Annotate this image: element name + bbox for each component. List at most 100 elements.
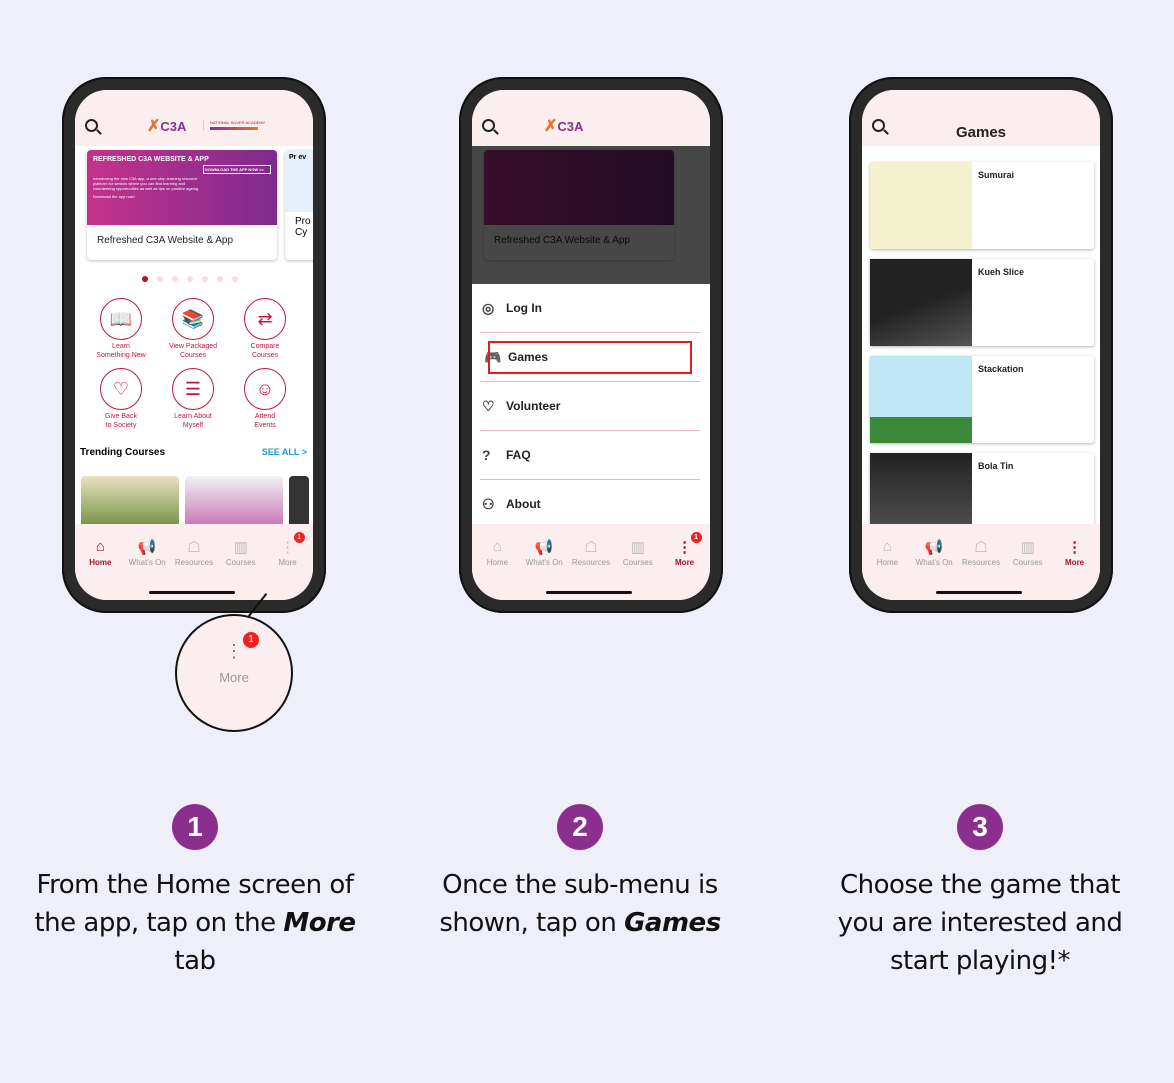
- trending-courses: [81, 476, 309, 531]
- nav-tab-more[interactable]: ⋮ More 1: [662, 532, 708, 600]
- quick-link-item[interactable]: ♡ Give Back to Society: [85, 368, 157, 430]
- more-label: More: [219, 670, 249, 685]
- course-thumb[interactable]: [81, 476, 179, 531]
- home-screen: ✗C3A NATIONAL SILVER ACADEMY REFRESHED C…: [75, 90, 313, 600]
- game-thumbnail: [870, 356, 972, 443]
- more-icon: ⋮: [1067, 539, 1083, 556]
- see-all-link[interactable]: SEE ALL >: [262, 447, 307, 458]
- quick-link-label: Myself: [182, 422, 204, 429]
- nav-label: Home: [89, 558, 112, 567]
- game-name: Sumurai: [978, 170, 1015, 180]
- resources-icon: ☖: [584, 539, 598, 556]
- quick-link-label: Give Back: [105, 413, 137, 420]
- course-thumb[interactable]: [289, 476, 309, 531]
- search-icon[interactable]: [482, 118, 495, 132]
- game-name: Kueh Slice: [978, 267, 1025, 277]
- quick-link-label: Learn About: [174, 413, 212, 420]
- quick-link-label: Events: [254, 422, 276, 429]
- game-card[interactable]: Sumurai: [870, 162, 1094, 249]
- banner-card[interactable]: REFRESHED C3A WEBSITE & APP DOWNLOAD THE…: [87, 150, 277, 260]
- c3a-logo: ✗C3A: [544, 118, 584, 135]
- game-name: Stackation: [978, 364, 1024, 374]
- nav-label: Resources: [174, 558, 214, 567]
- courses-icon: ▥: [630, 539, 645, 556]
- quick-link-label: Something New: [96, 352, 146, 359]
- dim-overlay[interactable]: [472, 146, 710, 284]
- step-text: Choose the game that you are interested …: [815, 866, 1145, 980]
- banner-download: Download the app now!: [93, 194, 135, 199]
- whatson-icon: 📢: [137, 539, 157, 556]
- quick-link-item[interactable]: ☰ Learn About Myself: [157, 368, 229, 430]
- courses-icon: ▥: [1020, 539, 1035, 556]
- step-2: 2 Once the sub-menu is shown, tap on Game…: [415, 804, 745, 942]
- more-icon: ⋮: [225, 641, 243, 661]
- about-icon: ⚇: [482, 495, 495, 512]
- nav-label: Home: [486, 558, 509, 567]
- volunteer-icon: ♡: [482, 397, 495, 414]
- nav-label: Courses: [622, 558, 653, 567]
- menu-item-label: Games: [508, 350, 549, 364]
- bottom-nav: ⌂ Home 📢 What's On ☖ Resources ▥ Courses ⋮ More: [862, 524, 1100, 600]
- quick-link-item[interactable]: 📚 View Packaged Courses: [157, 298, 229, 360]
- games-icon: 🎮: [484, 348, 502, 365]
- menu-item-label: Volunteer: [506, 399, 561, 413]
- menu-item-label: Log In: [506, 301, 542, 315]
- menu-item-volunteer[interactable]: ♡ Volunteer: [480, 382, 700, 431]
- home-icon: ⌂: [882, 538, 892, 555]
- quick-link-item[interactable]: 📖 Learn Something New: [85, 298, 157, 360]
- home-icon: ⌂: [95, 538, 105, 555]
- menu-item-faq[interactable]: ? FAQ: [480, 431, 700, 480]
- banner-card-2[interactable]: Pr ev Pro Cy: [285, 150, 313, 260]
- more-menu: ◎ Log In 🎮 Games ♡ Volunteer ? FAQ ⚇ About: [480, 284, 700, 529]
- quick-link-label: Courses: [179, 352, 207, 359]
- more-zoom-callout: 1 ⋮ More: [175, 614, 293, 732]
- menu-item-about[interactable]: ⚇ About: [480, 480, 700, 529]
- quick-link-icon: 📚: [172, 298, 214, 340]
- nav-tab-home[interactable]: ⌂ Home: [864, 538, 910, 600]
- step-text-post: tab: [174, 946, 216, 976]
- banner-cta: DOWNLOAD THE APP NOW >>: [203, 165, 271, 174]
- nav-label: More: [278, 558, 297, 567]
- step-text: Once the sub-menu is shown, tap on Games: [415, 866, 745, 942]
- quick-link-icon: ☰: [172, 368, 214, 410]
- nav-label: More: [675, 558, 695, 567]
- course-thumb[interactable]: [185, 476, 283, 531]
- logo-text: C3A: [160, 119, 187, 134]
- game-card[interactable]: Stackation: [870, 356, 1094, 443]
- game-thumbnail: [870, 162, 972, 249]
- menu-screen: ✗C3A Refreshed C3A Website & App ◎Log In…: [472, 90, 710, 600]
- quick-link-icon: 📖: [100, 298, 142, 340]
- nav-tab-home[interactable]: ⌂ Home: [474, 538, 520, 600]
- menu-item-log-in[interactable]: ◎ Log In: [480, 284, 700, 333]
- game-card[interactable]: Kueh Slice: [870, 259, 1094, 346]
- search-icon[interactable]: [85, 118, 98, 132]
- phone-home: ✗C3A NATIONAL SILVER ACADEMY REFRESHED C…: [62, 77, 326, 613]
- nav-label: Home: [876, 558, 899, 567]
- nav-tab-more[interactable]: ⋮ More: [1052, 538, 1098, 600]
- nav-label: Resources: [571, 558, 611, 567]
- whatson-icon: 📢: [534, 539, 554, 556]
- menu-item-games[interactable]: 🎮 Games: [480, 333, 700, 382]
- quick-links: 📖 Learn Something New 📚 View Packaged Courses…: [85, 298, 301, 430]
- step-1: 1 From the Home screen of the app, tap on…: [30, 804, 360, 980]
- notification-badge: 1: [293, 532, 305, 543]
- game-thumbnail: [870, 259, 972, 346]
- step-text: From the Home screen of the app, tap on …: [30, 866, 360, 980]
- step-number: 2: [557, 804, 603, 850]
- carousel-dots[interactable]: [142, 276, 238, 282]
- nav-label: What's On: [128, 558, 166, 567]
- nav-tab-more[interactable]: ⋮ More 1: [265, 532, 311, 600]
- c3a-logo: ✗C3A: [147, 118, 187, 135]
- login-icon: ◎: [482, 299, 495, 316]
- notification-badge: 1: [690, 532, 702, 543]
- banner2-caption: Pro Cy: [295, 216, 311, 238]
- quick-link-item[interactable]: ⇄ Compare Courses: [229, 298, 301, 360]
- quick-link-item[interactable]: ☺ Attend Events: [229, 368, 301, 430]
- quick-link-label: Attend: [254, 413, 276, 420]
- bottom-nav: ⌂ Home 📢 What's On ☖ Resources ▥ Courses ⋮ More 1: [472, 524, 710, 600]
- quick-link-icon: ⇄: [244, 298, 286, 340]
- quick-link-label: Compare: [250, 343, 280, 350]
- nav-tab-home[interactable]: ⌂ Home: [77, 538, 123, 600]
- quick-link-label: Courses: [251, 352, 279, 359]
- nav-label: What's On: [915, 558, 953, 567]
